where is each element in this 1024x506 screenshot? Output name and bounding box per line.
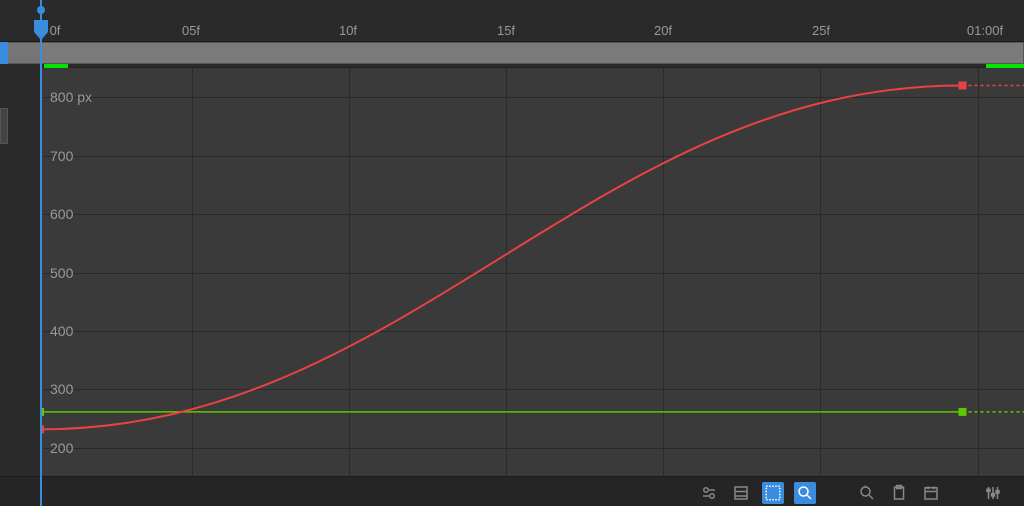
left-panel-collapse-handle[interactable]: [0, 108, 8, 144]
ruler-label: 25f: [812, 23, 830, 38]
y-axis-label: 700: [50, 148, 73, 164]
ruler-label: 10f: [339, 23, 357, 38]
work-area-start-handle[interactable]: [0, 42, 8, 64]
clipboard-icon[interactable]: [888, 482, 910, 504]
ruler-label: 15f: [497, 23, 515, 38]
list-icon[interactable]: [730, 482, 752, 504]
calendar-icon[interactable]: [920, 482, 942, 504]
timeline-ruler-area: 0f 05f 10f 15f 20f 25f 01:00f: [0, 0, 1024, 67]
snap-icon[interactable]: [856, 482, 878, 504]
y-axis-label: 500: [50, 265, 73, 281]
y-axis-label: 800 px: [50, 89, 92, 105]
timeline-ruler-ticks[interactable]: [0, 8, 1024, 20]
timeline-ruler[interactable]: 0f 05f 10f 15f 20f 25f 01:00f: [0, 20, 1024, 42]
ruler-label: 0f: [50, 23, 61, 38]
playhead-dot-icon[interactable]: [37, 6, 45, 14]
red-keyframe-end: [959, 82, 966, 89]
y-axis-label: 400: [50, 323, 73, 339]
toolbar-icons-group: [698, 482, 1004, 504]
work-area-bar[interactable]: [0, 42, 1024, 64]
playhead[interactable]: [40, 0, 42, 506]
y-axis-label: 600: [50, 206, 73, 222]
cache-indicator-end: [986, 64, 1024, 68]
graph-editor-icon[interactable]: [762, 482, 784, 504]
bottom-toolbar: [0, 476, 1024, 506]
graph-editor-area[interactable]: 800 px 700 600 500 400 300 200: [40, 67, 1024, 476]
ruler-label: 05f: [182, 23, 200, 38]
y-axis-label: 200: [50, 440, 73, 456]
y-axis-label: 300: [50, 381, 73, 397]
green-keyframe-end: [959, 408, 966, 415]
toggle-switches-icon[interactable]: [698, 482, 720, 504]
work-area-range[interactable]: [41, 43, 1023, 63]
cache-indicator-start: [44, 64, 68, 68]
red-curve: [40, 85, 963, 429]
ruler-label: 20f: [654, 23, 672, 38]
search-icon[interactable]: [794, 482, 816, 504]
settings-icon[interactable]: [982, 482, 1004, 504]
ruler-label: 01:00f: [967, 23, 1003, 38]
graph-svg: [40, 68, 1024, 476]
